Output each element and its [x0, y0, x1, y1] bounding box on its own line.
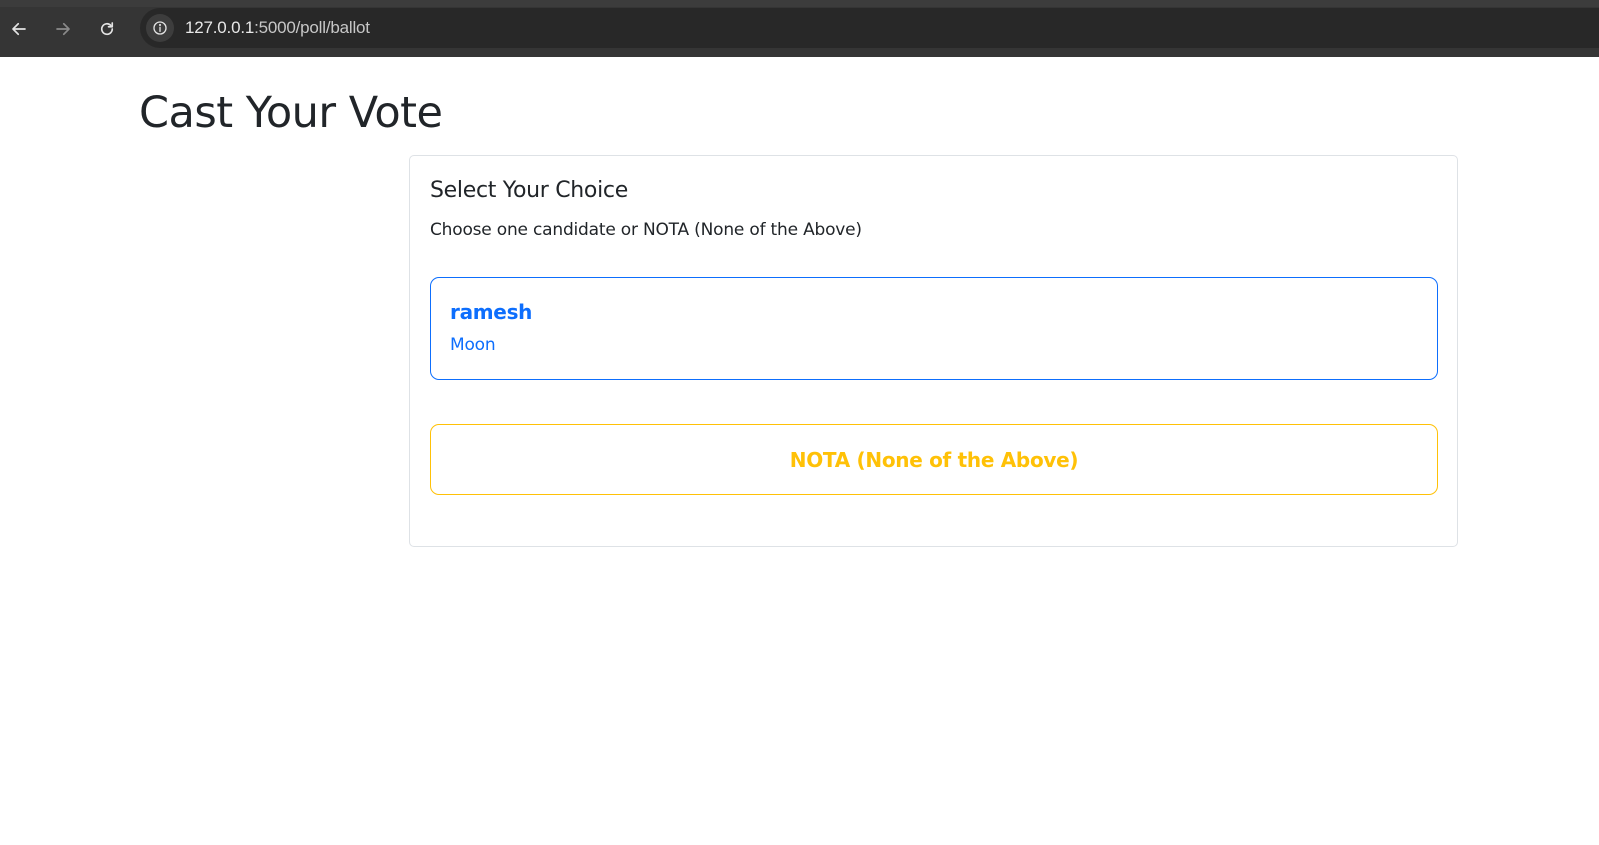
candidate-symbol: Moon — [450, 335, 496, 355]
page-title: Cast Your Vote — [139, 88, 443, 138]
arrow-left-icon — [12, 22, 26, 36]
url-host: 127.0.0.1 — [185, 18, 255, 37]
nota-option-button[interactable]: NOTA (None of the Above) — [430, 424, 1438, 495]
card-instructions: Choose one candidate or NOTA (None of th… — [430, 220, 862, 240]
card-title: Select Your Choice — [430, 178, 628, 203]
nota-label: NOTA (None of the Above) — [789, 447, 1079, 472]
address-bar[interactable]: 127.0.0.1:5000/poll/ballot — [140, 8, 1599, 48]
reload-button[interactable] — [91, 13, 123, 45]
url-text[interactable]: 127.0.0.1:5000/poll/ballot — [185, 18, 370, 38]
back-button[interactable] — [3, 13, 35, 45]
candidate-name: ramesh — [450, 300, 533, 324]
candidate-option-ramesh[interactable]: ramesh Moon — [430, 277, 1438, 380]
forward-button[interactable] — [47, 13, 79, 45]
arrow-right-icon — [56, 22, 70, 36]
browser-toolbar: 127.0.0.1:5000/poll/ballot — [0, 0, 1599, 57]
url-path: :5000/poll/ballot — [254, 18, 370, 37]
site-info-button[interactable] — [146, 14, 174, 42]
reload-icon — [100, 22, 114, 36]
ballot-card: Select Your Choice Choose one candidate … — [409, 155, 1458, 547]
info-icon — [153, 21, 167, 35]
